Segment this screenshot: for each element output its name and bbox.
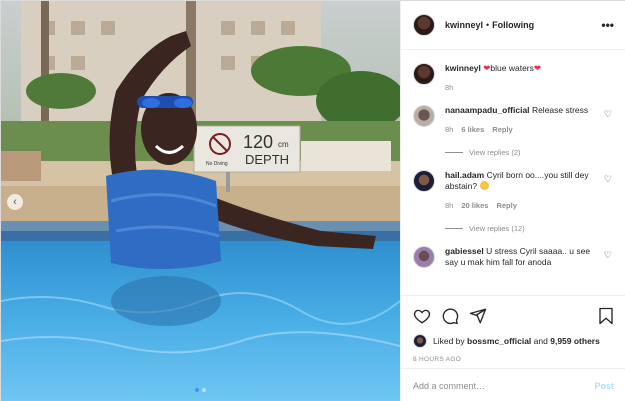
caption-time[interactable]: 8h xyxy=(445,82,453,93)
comment-username[interactable]: gabiessel xyxy=(445,246,484,256)
post-header: kwinneyl • Following ••• xyxy=(401,1,625,50)
reply-button[interactable]: Reply xyxy=(492,124,512,135)
carousel-dot-1[interactable] xyxy=(195,388,199,392)
comment-bubble-icon[interactable] xyxy=(441,307,459,325)
comment-time[interactable]: 8h xyxy=(445,200,453,211)
comment-likes[interactable]: 20 likes xyxy=(461,200,488,211)
like-comment-heart-icon[interactable]: ♡ xyxy=(604,250,612,261)
chevron-left-icon: ‹ xyxy=(13,195,17,208)
comment-username[interactable]: hail.adam xyxy=(445,170,484,180)
likes-others[interactable]: 9,959 others xyxy=(550,336,600,346)
bookmark-save-icon[interactable] xyxy=(598,307,614,325)
reply-button[interactable]: Reply xyxy=(496,200,516,211)
caption-text: blue waters xyxy=(490,63,534,73)
comment-time[interactable]: 8h xyxy=(445,124,453,135)
like-comment-heart-icon[interactable]: ♡ xyxy=(604,174,612,185)
comments-list[interactable]: kwinneyl ❤blue waters❤ 8h nanaampadu_off… xyxy=(401,51,625,295)
carousel-dot-2[interactable] xyxy=(202,388,206,392)
add-comment-bar: Post xyxy=(401,368,625,401)
red-heart-emoji-icon: ❤ xyxy=(533,63,541,73)
caption: kwinneyl ❤blue waters❤ 8h xyxy=(413,63,616,93)
like-comment-heart-icon[interactable]: ♡ xyxy=(604,109,612,120)
photo-scene: No Diving 120 cm DEPTH xyxy=(1,1,400,401)
post-timestamp[interactable]: 8 HOURS AGO xyxy=(413,356,614,363)
comment-item: hail.adam Cyril born oo....you still dey… xyxy=(413,170,616,211)
carousel-prev-button[interactable]: ‹ xyxy=(7,194,23,210)
liked-by-user[interactable]: bossmc_official xyxy=(467,336,531,346)
view-replies-label: View replies (12) xyxy=(469,224,525,233)
share-send-icon[interactable] xyxy=(469,307,487,325)
sign-depth-unit: cm xyxy=(278,140,289,149)
following-button[interactable]: Following xyxy=(492,20,534,30)
comment-input[interactable] xyxy=(413,380,595,391)
avatar[interactable] xyxy=(413,246,435,268)
comment-likes[interactable]: 6 likes xyxy=(461,124,484,135)
comment-username[interactable]: nanaampadu_official xyxy=(445,105,530,115)
replies-divider xyxy=(445,228,463,229)
caption-username[interactable]: kwinneyl xyxy=(445,63,481,73)
view-replies-button[interactable]: View replies (2) xyxy=(445,148,616,157)
view-replies-button[interactable]: View replies (12) xyxy=(445,224,616,233)
smile-emoji-icon xyxy=(479,181,489,190)
replies-divider xyxy=(445,152,463,153)
likes-prefix: Liked by xyxy=(433,336,465,346)
likes-and: and xyxy=(533,336,548,346)
header-separator: • xyxy=(486,20,490,30)
more-horizontal-icon[interactable]: ••• xyxy=(601,18,614,32)
sign-depth-number: 120 xyxy=(243,132,273,152)
avatar[interactable] xyxy=(413,170,435,192)
comment-item: nanaampadu_official Release stress 8h 6 … xyxy=(413,105,616,135)
sign-depth-word: DEPTH xyxy=(245,152,289,167)
post-modal: No Diving 120 cm DEPTH ‹ kwinneyl • Foll… xyxy=(0,0,625,401)
post-actions: Liked by bossmc_official and 9,959 other… xyxy=(401,295,625,363)
avatar[interactable] xyxy=(413,14,435,36)
comment-item: gabiessel U stress Cyril saaaa.. u see s… xyxy=(413,246,616,268)
sign-no-diving: No Diving xyxy=(206,161,228,167)
like-heart-icon[interactable] xyxy=(413,307,431,325)
post-sidebar: kwinneyl • Following ••• kwinneyl ❤blue … xyxy=(400,1,625,401)
likes-summary: Liked by bossmc_official and 9,959 other… xyxy=(413,334,614,348)
post-comment-button[interactable]: Post xyxy=(594,381,614,391)
view-replies-label: View replies (2) xyxy=(469,148,521,157)
avatar[interactable] xyxy=(413,105,435,127)
avatar[interactable] xyxy=(413,334,427,348)
avatar[interactable] xyxy=(413,63,435,85)
carousel-dots xyxy=(1,388,400,392)
post-photo[interactable]: No Diving 120 cm DEPTH ‹ xyxy=(1,1,400,401)
post-username[interactable]: kwinneyl xyxy=(445,20,483,30)
comment-text: Release stress xyxy=(531,105,589,115)
